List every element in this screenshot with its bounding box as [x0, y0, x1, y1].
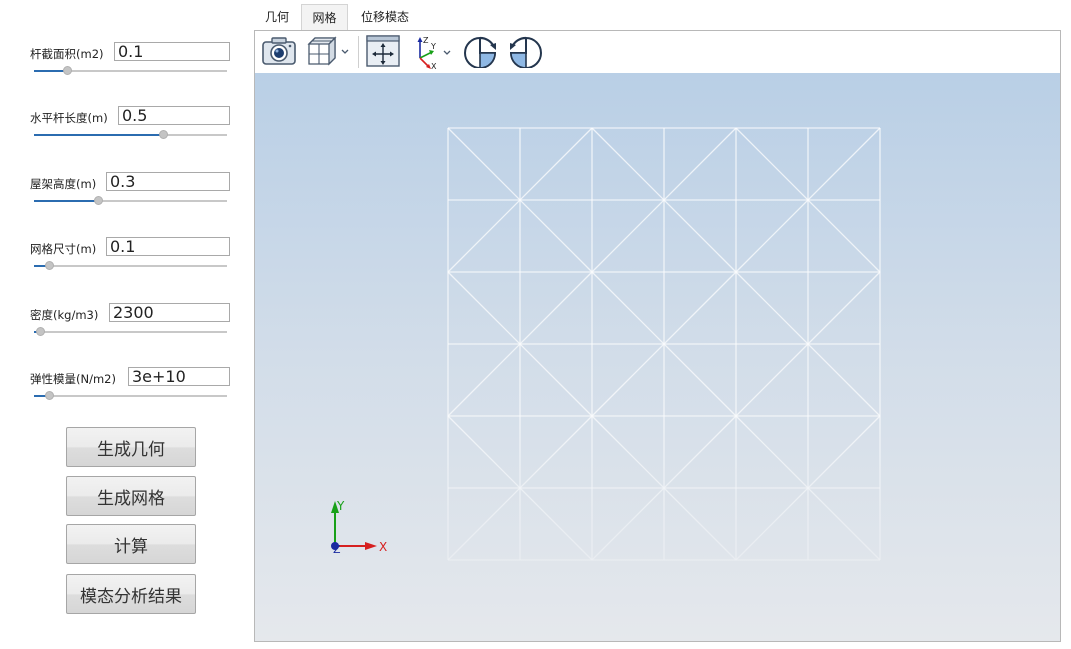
horizontal-length-slider[interactable] — [34, 130, 227, 139]
generate-geometry-button[interactable]: 生成几何 — [66, 427, 196, 467]
triad-y-label: Y — [336, 499, 345, 513]
compute-button[interactable]: 计算 — [66, 524, 196, 564]
camera-button[interactable] — [261, 34, 297, 68]
param-truss-height: 屋架高度(m) — [30, 172, 230, 222]
mesh-size-input[interactable] — [106, 237, 230, 256]
mesh-view-canvas[interactable]: Y X Z — [255, 73, 1060, 641]
param-area: 杆截面积(m2) — [30, 42, 230, 92]
fit-view-button[interactable] — [365, 34, 401, 68]
density-input[interactable] — [109, 303, 230, 322]
horizontal-length-input[interactable] — [118, 106, 230, 125]
camera-icon — [262, 37, 296, 65]
slider-thumb[interactable] — [62, 66, 72, 75]
param-density: 密度(kg/m3) — [30, 303, 230, 353]
elastic-modulus-input[interactable] — [128, 367, 230, 386]
param-label: 杆截面积(m2) — [30, 47, 104, 61]
slider-fill — [34, 200, 98, 202]
tab-mesh[interactable]: 网格 — [301, 4, 348, 31]
axis-x-label: X — [431, 62, 437, 70]
view-cube-button[interactable] — [305, 34, 353, 68]
slider-thumb[interactable] — [159, 130, 169, 139]
param-mesh-size: 网格尺寸(m) — [30, 237, 230, 287]
axes-orientation-button[interactable]: Z Y X — [410, 34, 458, 71]
rotate-counterclockwise-icon — [509, 36, 542, 69]
slider-thumb[interactable] — [45, 261, 55, 270]
rotate-counterclockwise-button[interactable] — [507, 34, 543, 69]
density-slider[interactable] — [34, 327, 227, 336]
slider-fill — [34, 134, 164, 136]
axis-z-label: Z — [423, 36, 429, 45]
cube-view-icon — [307, 36, 349, 66]
slider-thumb[interactable] — [35, 327, 45, 336]
param-label: 密度(kg/m3) — [30, 308, 99, 322]
area-slider[interactable] — [34, 66, 227, 75]
modal-results-button[interactable]: 模态分析结果 — [66, 574, 196, 614]
viewer-panel: Z Y X Y X Z — [254, 30, 1061, 642]
tab-displacement-mode[interactable]: 位移模态 — [352, 4, 418, 31]
rotate-clockwise-button[interactable] — [463, 34, 499, 69]
slider-fill — [34, 70, 67, 72]
slider-thumb[interactable] — [45, 391, 55, 400]
axes-orientation-icon: Z Y X — [417, 36, 451, 71]
truss-height-slider[interactable] — [34, 196, 227, 205]
axis-y-label: Y — [430, 42, 436, 51]
rotate-clockwise-icon — [464, 36, 497, 69]
viewer-toolbar: Z Y X — [255, 31, 1060, 73]
area-input[interactable] — [114, 42, 230, 61]
slider-thumb[interactable] — [93, 196, 103, 205]
param-elastic-modulus: 弹性模量(N/m2) — [30, 367, 230, 417]
param-label: 网格尺寸(m) — [30, 242, 97, 256]
fit-view-icon — [366, 35, 400, 67]
truss-mesh — [447, 127, 881, 561]
param-label: 弹性模量(N/m2) — [30, 372, 116, 386]
triad-x-label: X — [379, 540, 387, 554]
mesh-size-slider[interactable] — [34, 261, 227, 270]
orientation-triad: Y X Z — [331, 499, 387, 556]
truss-height-input[interactable] — [106, 172, 230, 191]
triad-z-label: Z — [333, 543, 341, 556]
toolbar-separator — [358, 36, 359, 68]
generate-mesh-button[interactable]: 生成网格 — [66, 476, 196, 516]
elastic-modulus-slider[interactable] — [34, 391, 227, 400]
tab-geometry[interactable]: 几何 — [256, 4, 298, 31]
mesh-render: Y X Z — [331, 127, 881, 561]
param-label: 水平杆长度(m) — [30, 111, 108, 125]
param-label: 屋架高度(m) — [30, 177, 97, 191]
param-horizontal-length: 水平杆长度(m) — [30, 106, 230, 156]
